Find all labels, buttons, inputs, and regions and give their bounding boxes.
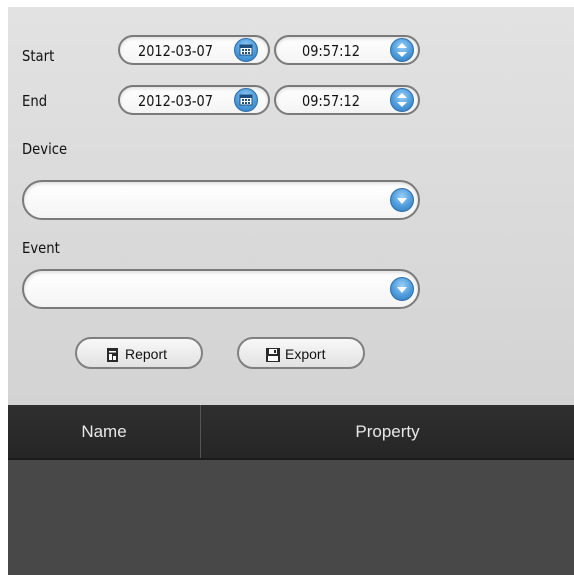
report-button[interactable]: Report [75,337,203,369]
filter-panel: Start 2012-03-07 09:57:12 End 2012-03-07… [8,7,574,405]
time-spinner-icon[interactable] [390,88,414,112]
column-header-property[interactable]: Property [201,405,574,458]
calendar-icon[interactable] [234,88,258,112]
end-date-field[interactable]: 2012-03-07 [118,85,270,115]
time-spinner-icon[interactable] [390,38,414,62]
end-time-field[interactable]: 09:57:12 [274,85,420,115]
chevron-down-icon[interactable] [390,277,414,301]
save-icon [266,348,280,362]
end-time-value: 09:57:12 [302,92,360,110]
start-time-field[interactable]: 09:57:12 [274,35,420,65]
report-icon [107,348,118,362]
chevron-down-icon[interactable] [390,188,414,212]
start-date-value: 2012-03-07 [138,42,213,60]
table-body[interactable] [8,460,574,575]
report-label: Report [125,346,168,362]
table-header: Name Property [8,405,574,460]
device-label: Device [22,140,68,158]
start-date-field[interactable]: 2012-03-07 [118,35,270,65]
start-label: Start [22,47,55,65]
device-dropdown[interactable] [22,180,420,220]
end-date-value: 2012-03-07 [138,92,213,110]
event-dropdown[interactable] [22,269,420,309]
event-label: Event [22,239,60,257]
start-time-value: 09:57:12 [302,42,360,60]
export-label: Export [285,346,326,362]
end-label: End [22,92,48,110]
calendar-icon[interactable] [234,38,258,62]
export-button[interactable]: Export [237,337,365,369]
column-header-name[interactable]: Name [8,405,200,458]
